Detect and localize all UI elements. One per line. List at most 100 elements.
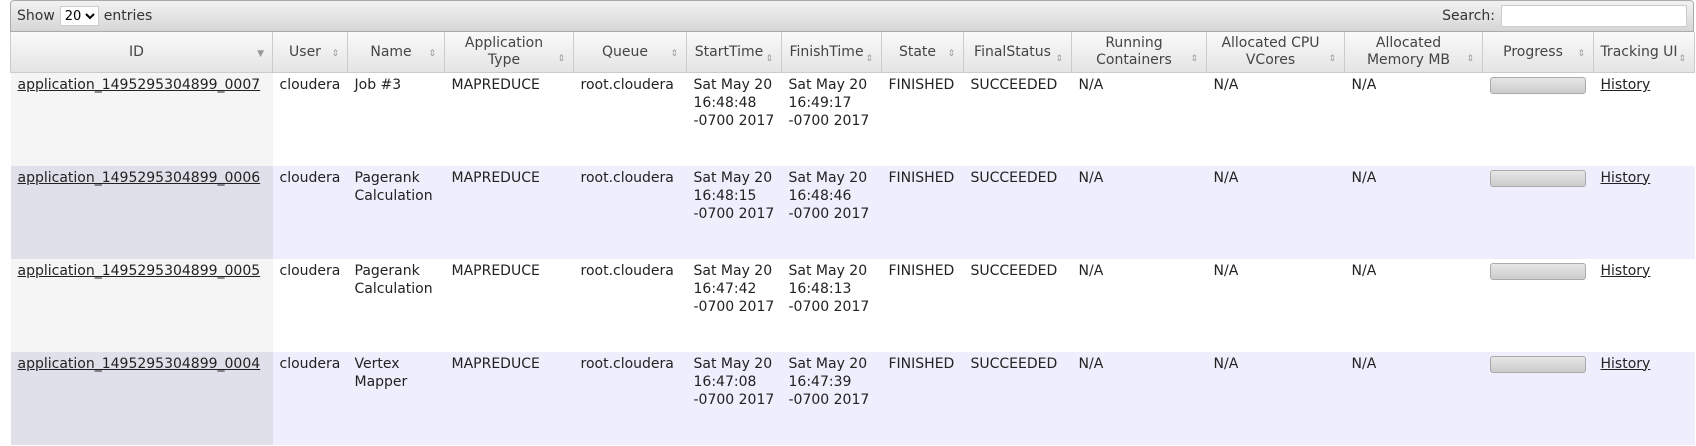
cell-name: Vertex Mapper (347, 351, 445, 445)
column-header-progress[interactable]: Progress ⇕ (1482, 32, 1594, 73)
column-header-id[interactable]: ID ▼ (10, 32, 273, 73)
cell-text: N/A (1213, 262, 1239, 279)
cell-state: FINISHED (881, 72, 964, 166)
column-header-finish-time[interactable]: FinishTime ⇕ (781, 32, 882, 73)
cell-start-time: Sat May 20 16:47:08 -0700 2017 (686, 351, 782, 445)
cell-finish-time: Sat May 20 16:49:17 -0700 2017 (781, 72, 882, 166)
cell-running-containers: N/A (1071, 351, 1207, 445)
show-label: Show (17, 8, 55, 24)
table-row: application_1495295304899_0006 cloudera Pa… (10, 165, 1695, 259)
cell-text: MAPREDUCE (451, 169, 540, 186)
search-input[interactable] (1501, 5, 1687, 27)
column-label: Tracking UI (1600, 43, 1678, 60)
column-header-running-containers[interactable]: Running Containers ⇕ (1071, 32, 1207, 73)
sort-icon: ⇕ (670, 49, 678, 59)
cell-id: application_1495295304899_0006 (10, 165, 273, 259)
history-link[interactable]: History (1601, 356, 1651, 372)
cell-text: Sat May 20 16:48:46 -0700 2017 (788, 169, 870, 222)
column-header-application-type[interactable]: Application Type ⇕ (444, 32, 574, 73)
history-link[interactable]: History (1601, 263, 1651, 279)
cell-running-containers: N/A (1071, 165, 1207, 259)
column-header-allocated-cpu-vcores[interactable]: Allocated CPU VCores ⇕ (1206, 32, 1345, 73)
cell-text: Sat May 20 16:48:48 -0700 2017 (693, 77, 775, 129)
cell-start-time: Sat May 20 16:48:15 -0700 2017 (686, 165, 782, 259)
column-header-tracking-ui[interactable]: Tracking UI ⇕ (1593, 32, 1695, 73)
cell-running-containers: N/A (1071, 72, 1207, 166)
column-header-state[interactable]: State ⇕ (881, 32, 964, 73)
cell-application-type: MAPREDUCE (444, 72, 574, 166)
cell-text: SUCCEEDED (970, 77, 1058, 93)
column-label: User (289, 43, 321, 60)
column-header-start-time[interactable]: StartTime ⇕ (686, 32, 782, 73)
cell-text: N/A (1213, 355, 1239, 372)
cell-queue: root.cloudera (573, 72, 687, 166)
sort-icon: ⇕ (1055, 54, 1063, 64)
cell-text: root.cloudera (580, 355, 674, 372)
cell-finish-time: Sat May 20 16:48:13 -0700 2017 (781, 258, 882, 352)
cell-text: cloudera (279, 355, 341, 372)
cell-allocated-memory-mb: N/A (1344, 258, 1483, 352)
cell-text: N/A (1078, 262, 1104, 279)
sort-icon: ⇕ (557, 54, 565, 64)
cell-name: Pagerank Calculation (347, 165, 445, 259)
cell-allocated-memory-mb: N/A (1344, 72, 1483, 166)
cell-allocated-memory-mb: N/A (1344, 351, 1483, 445)
sort-icon: ⇕ (1328, 54, 1336, 64)
cell-id: application_1495295304899_0004 (10, 351, 273, 445)
entries-select[interactable]: 20 (59, 6, 99, 26)
cell-text: N/A (1351, 77, 1377, 93)
cell-text: root.cloudera (580, 169, 674, 186)
column-header-allocated-memory-mb[interactable]: Allocated Memory MB ⇕ (1344, 32, 1483, 73)
history-link[interactable]: History (1601, 77, 1651, 93)
table-toolbar: Show 20 entries Search: (10, 0, 1694, 32)
sort-icon: ⇕ (765, 54, 773, 64)
cell-running-containers: N/A (1071, 258, 1207, 352)
cell-text: Sat May 20 16:48:15 -0700 2017 (693, 169, 775, 222)
cell-text: FINISHED (888, 355, 955, 372)
cell-text: Pagerank Calculation (354, 169, 433, 204)
cell-text: FINISHED (888, 169, 955, 186)
column-header-name[interactable]: Name ⇕ (347, 32, 445, 73)
sort-icon: ⇕ (1190, 54, 1198, 64)
column-header-final-status[interactable]: FinalStatus ⇕ (963, 32, 1072, 73)
progress-bar (1489, 77, 1586, 94)
cell-final-status: SUCCEEDED (963, 258, 1072, 352)
cell-text: N/A (1351, 169, 1377, 186)
cell-text: MAPREDUCE (451, 77, 540, 93)
application-link[interactable]: application_1495295304899_0007 (18, 77, 261, 93)
applications-table: ID ▼ User ⇕ Name ⇕ Application Type ⇕ Queue ⇕ Star… (10, 32, 1695, 445)
application-link[interactable]: application_1495295304899_0004 (18, 356, 261, 372)
column-label: Name (370, 43, 412, 60)
column-label: Queue (602, 43, 648, 60)
cell-text: FINISHED (888, 262, 955, 279)
cell-final-status: SUCCEEDED (963, 165, 1072, 259)
column-label: FinalStatus (974, 43, 1051, 60)
cell-text: Sat May 20 16:47:39 -0700 2017 (788, 355, 870, 408)
cell-user: cloudera (272, 165, 348, 259)
application-link[interactable]: application_1495295304899_0005 (18, 263, 261, 279)
sort-desc-icon: ▼ (257, 49, 264, 59)
cell-text: SUCCEEDED (970, 355, 1058, 372)
column-header-user[interactable]: User ⇕ (272, 32, 348, 73)
column-header-queue[interactable]: Queue ⇕ (573, 32, 687, 73)
applications-table-wrapper: Show 20 entries Search: ID ▼ User ⇕ Name ⇕ App… (10, 0, 1695, 445)
table-row: application_1495295304899_0004 cloudera Ve… (10, 351, 1695, 445)
cell-allocated-cpu-vcores: N/A (1206, 72, 1345, 166)
cell-text: root.cloudera (580, 77, 674, 93)
column-label: Running Containers (1096, 35, 1172, 68)
cell-application-type: MAPREDUCE (444, 165, 574, 259)
application-link[interactable]: application_1495295304899_0006 (18, 170, 261, 186)
cell-id: application_1495295304899_0007 (10, 72, 273, 166)
cell-queue: root.cloudera (573, 165, 687, 259)
history-link[interactable]: History (1601, 170, 1651, 186)
cell-tracking-ui: History (1593, 351, 1695, 445)
cell-text: cloudera (279, 262, 341, 279)
cell-text: cloudera (279, 169, 341, 186)
column-label: ID (129, 43, 144, 60)
cell-queue: root.cloudera (573, 351, 687, 445)
cell-tracking-ui: History (1593, 72, 1695, 166)
cell-queue: root.cloudera (573, 258, 687, 352)
cell-state: FINISHED (881, 258, 964, 352)
sort-icon: ⇕ (428, 49, 436, 59)
cell-id: application_1495295304899_0005 (10, 258, 273, 352)
